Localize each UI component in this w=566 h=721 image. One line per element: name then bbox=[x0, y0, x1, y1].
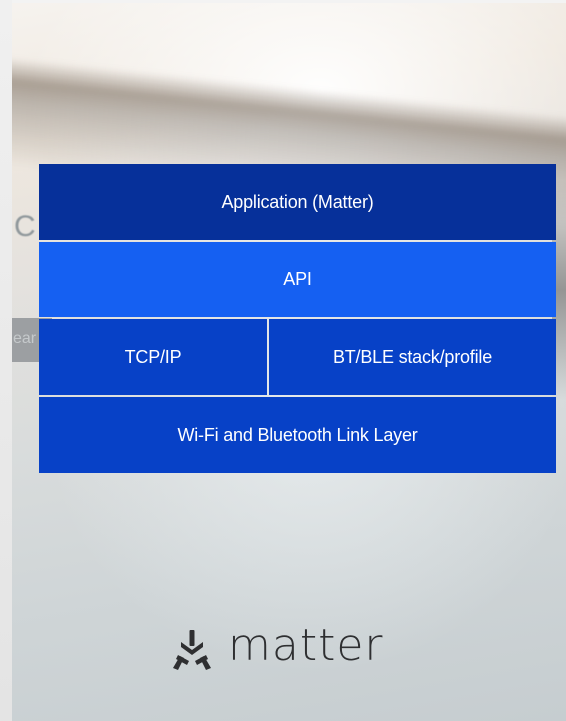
matter-logo: matter bbox=[170, 622, 384, 678]
layer-application-label: Application (Matter) bbox=[221, 191, 374, 212]
layer-link: Wi-Fi and Bluetooth Link Layer bbox=[39, 397, 556, 473]
layer-bt-ble-label: BT/BLE stack/profile bbox=[332, 346, 493, 367]
matter-wordmark: matter bbox=[228, 620, 384, 671]
top-edge bbox=[0, 0, 566, 3]
background-ghost-text: ear bbox=[13, 330, 37, 347]
layer-link-label: Wi-Fi and Bluetooth Link Layer bbox=[177, 424, 418, 445]
left-edge bbox=[0, 0, 12, 721]
layer-transport: TCP/IP BT/BLE stack/profile bbox=[39, 319, 556, 395]
layer-application: Application (Matter) bbox=[39, 164, 556, 240]
layer-bt-ble: BT/BLE stack/profile bbox=[269, 319, 556, 395]
layer-tcp-ip: TCP/IP bbox=[39, 319, 267, 395]
layer-api-label: API bbox=[283, 269, 312, 289]
background-ghost-letter: C bbox=[14, 210, 36, 243]
matter-logo-icon bbox=[173, 630, 211, 670]
protocol-stack-diagram: Application (Matter) API TCP/IP BT/BLE s… bbox=[39, 164, 556, 473]
layer-api: API bbox=[39, 242, 556, 317]
layer-tcp-ip-label: TCP/IP bbox=[124, 346, 182, 367]
